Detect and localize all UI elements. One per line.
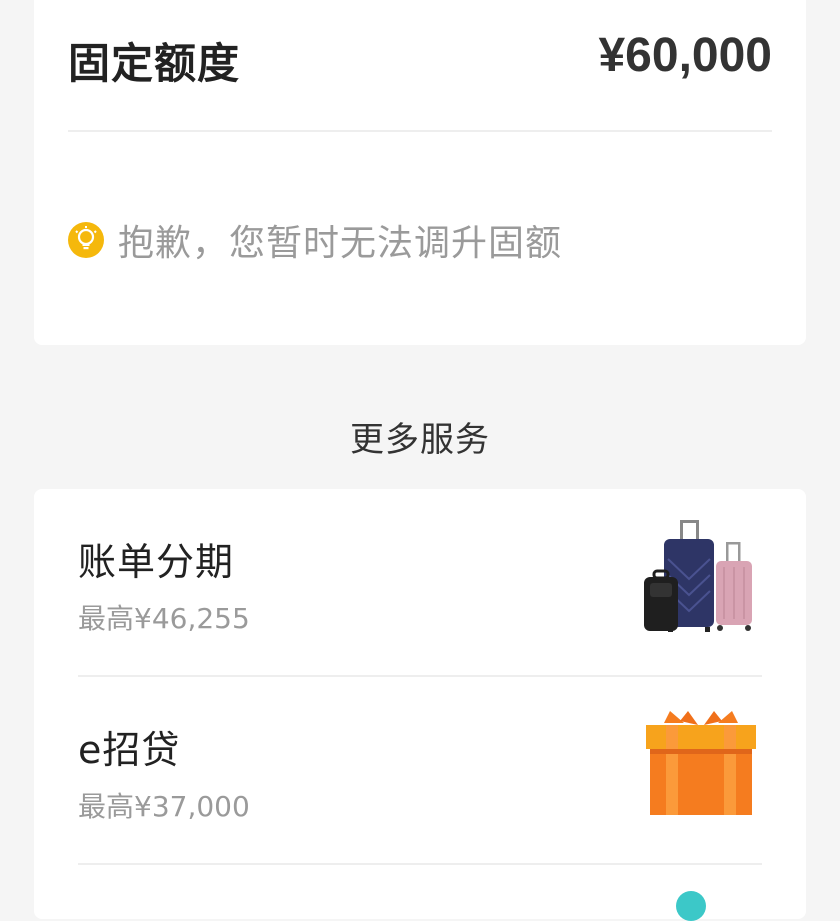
service-max-amount: 最高¥37,000 [78, 790, 250, 823]
next-service-icon [676, 891, 706, 921]
service-max-amount: 最高¥46,255 [78, 602, 250, 635]
gift-box-icon [646, 711, 756, 815]
service-name: 账单分期 [78, 540, 235, 584]
notice-text: 抱歉，您暂时无法调升固额 [118, 223, 563, 264]
services-card: 账单分期 最高¥46,255 e招贷 最高¥37,000 [34, 489, 806, 921]
credit-limit-card: 固定额度 ¥60,000 抱歉，您暂时无法调升固额 [34, 0, 806, 345]
lightbulb-icon [68, 222, 104, 258]
service-e-loan[interactable]: e招贷 最高¥37,000 [78, 677, 762, 865]
fixed-limit-label: 固定额度 [68, 39, 241, 88]
fixed-limit-amount: ¥60,000 [598, 29, 772, 82]
more-services-title: 更多服务 [350, 420, 490, 460]
luggage-icon [644, 520, 752, 632]
limit-increase-notice: 抱歉，您暂时无法调升固额 [68, 214, 562, 266]
service-name: e招贷 [78, 728, 181, 772]
fixed-limit-row: 固定额度 ¥60,000 [68, 0, 772, 132]
service-bill-installment[interactable]: 账单分期 最高¥46,255 [78, 489, 762, 677]
